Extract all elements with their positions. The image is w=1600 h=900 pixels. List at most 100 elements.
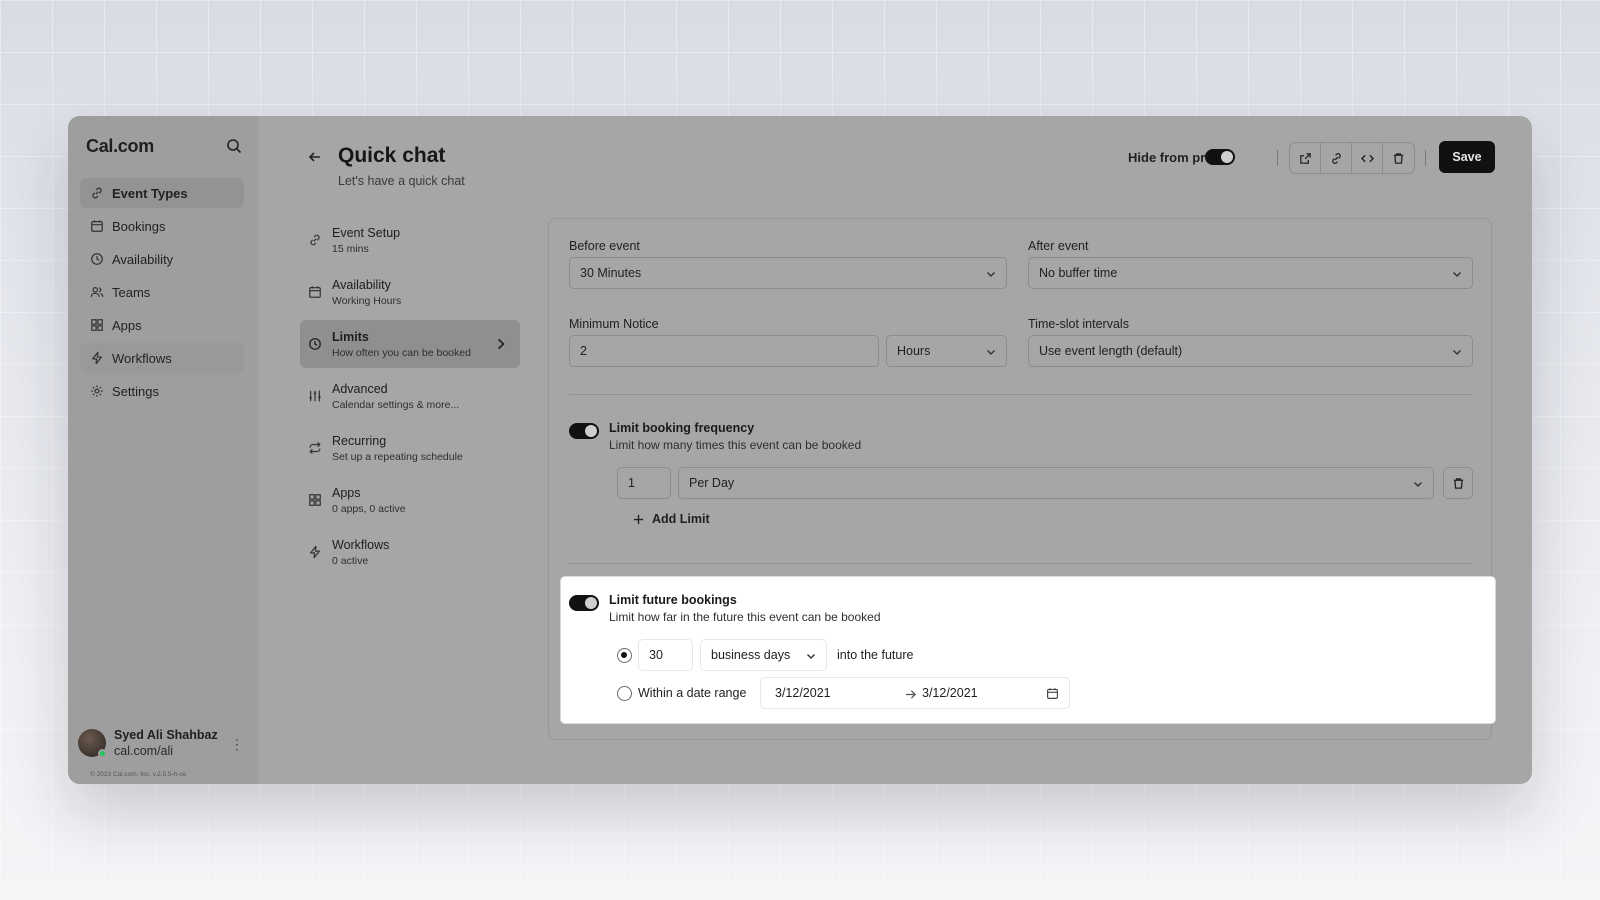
online-status-dot bbox=[98, 749, 107, 758]
input-value: 2 bbox=[580, 344, 587, 358]
gear-icon bbox=[91, 385, 103, 397]
add-limit-label: Add Limit bbox=[652, 512, 710, 526]
date-range-label: Within a date range bbox=[638, 686, 747, 700]
embed-button[interactable] bbox=[1352, 143, 1383, 173]
date-range-radio[interactable] bbox=[617, 686, 632, 701]
subnav-workflows[interactable]: Workflows 0 active bbox=[300, 528, 520, 576]
limit-future-desc: Limit how far in the future this event c… bbox=[609, 610, 881, 624]
chevron-right-icon bbox=[498, 338, 505, 350]
limit-frequency-toggle[interactable] bbox=[569, 423, 599, 439]
time-slot-select[interactable]: Use event length (default) bbox=[1028, 335, 1473, 367]
subnav-recurring[interactable]: Recurring Set up a repeating schedule bbox=[300, 424, 520, 472]
app-window: Cal.com Event Types Bookings Availabilit… bbox=[68, 116, 1532, 784]
calendar-icon bbox=[309, 286, 321, 298]
user-profile[interactable]: Syed Ali Shahbaz cal.com/ali ⋮ bbox=[78, 728, 248, 758]
avatar bbox=[78, 729, 107, 758]
nav-label: Settings bbox=[112, 383, 159, 399]
subnav-advanced[interactable]: Advanced Calendar settings & more... bbox=[300, 372, 520, 420]
add-limit-button[interactable]: Add Limit bbox=[633, 512, 710, 526]
before-event-select[interactable]: 30 Minutes bbox=[569, 257, 1007, 289]
limit-future-toggle[interactable] bbox=[569, 595, 599, 611]
brand-logo: Cal.com bbox=[86, 136, 154, 156]
link-icon bbox=[1331, 152, 1341, 164]
subnav-desc: How often you can be booked bbox=[332, 346, 471, 359]
user-handle: cal.com/ali bbox=[114, 744, 174, 758]
link-icon bbox=[310, 234, 320, 246]
grid-icon bbox=[309, 494, 321, 506]
subnav-title: Advanced bbox=[332, 381, 388, 396]
range-end-date: 3/12/2021 bbox=[922, 686, 978, 700]
subnav-title: Limits bbox=[332, 329, 369, 344]
delete-limit-button[interactable] bbox=[1443, 467, 1473, 499]
before-event-label: Before event bbox=[569, 239, 640, 253]
subnav-desc: 0 active bbox=[332, 554, 369, 567]
subnav-desc: Calendar settings & more... bbox=[332, 398, 460, 411]
future-days-input[interactable]: 30 bbox=[638, 639, 693, 671]
users-icon bbox=[90, 287, 104, 297]
delete-event-button[interactable] bbox=[1383, 143, 1414, 173]
minimum-notice-label: Minimum Notice bbox=[569, 317, 659, 331]
select-value: Per Day bbox=[689, 476, 735, 490]
user-name: Syed Ali Shahbaz bbox=[114, 728, 218, 742]
subnav-title: Workflows bbox=[332, 537, 390, 552]
chevron-down-icon bbox=[1414, 482, 1422, 487]
preview-button[interactable] bbox=[1290, 143, 1321, 173]
toolbar-divider bbox=[1277, 150, 1278, 166]
limit-future-bookings-card: Limit future bookings Limit how far in t… bbox=[561, 577, 1495, 723]
hide-from-profile-toggle[interactable] bbox=[1205, 149, 1235, 165]
trash-icon bbox=[1393, 152, 1404, 164]
calendar-icon bbox=[1047, 688, 1058, 699]
minimum-notice-unit-select[interactable]: Hours bbox=[886, 335, 1007, 367]
frequency-period-select[interactable]: Per Day bbox=[678, 467, 1434, 499]
after-event-select[interactable]: No buffer time bbox=[1028, 257, 1473, 289]
into-future-text: into the future bbox=[837, 648, 914, 662]
nav-label: Workflows bbox=[112, 350, 172, 366]
frequency-count-input[interactable]: 1 bbox=[617, 467, 671, 499]
arrow-right-icon bbox=[905, 690, 916, 699]
nav-item-event-types[interactable]: Event Types bbox=[80, 178, 244, 208]
date-range-picker[interactable]: 3/12/2021 3/12/2021 bbox=[760, 677, 1070, 709]
link-icon bbox=[92, 187, 102, 199]
nav-item-settings[interactable]: Settings bbox=[80, 376, 244, 406]
subnav-apps[interactable]: Apps 0 apps, 0 active bbox=[300, 476, 520, 524]
subnav-availability[interactable]: Availability Working Hours bbox=[300, 268, 520, 316]
limit-frequency-desc: Limit how many times this event can be b… bbox=[609, 438, 862, 452]
chevron-down-icon bbox=[987, 272, 995, 277]
nav-item-teams[interactable]: Teams bbox=[80, 277, 244, 307]
future-days-unit-select[interactable]: business days bbox=[700, 639, 827, 671]
subnav-desc: Working Hours bbox=[332, 294, 402, 307]
main-nav: Event Types Bookings Availability Teams … bbox=[80, 178, 244, 409]
nav-label: Teams bbox=[112, 284, 151, 300]
limit-frequency-title: Limit booking frequency bbox=[609, 421, 755, 435]
nav-item-apps[interactable]: Apps bbox=[80, 310, 244, 340]
subnav-event-setup[interactable]: Event Setup 15 mins bbox=[300, 216, 520, 264]
limit-future-title: Limit future bookings bbox=[609, 593, 737, 607]
nav-item-bookings[interactable]: Bookings bbox=[80, 211, 244, 241]
subnav-title: Apps bbox=[332, 485, 361, 500]
arrow-left-icon[interactable] bbox=[308, 150, 322, 164]
copy-link-button[interactable] bbox=[1321, 143, 1352, 173]
sliders-icon bbox=[309, 390, 321, 402]
business-days-radio[interactable] bbox=[617, 648, 632, 663]
subnav-title: Availability bbox=[332, 277, 391, 292]
input-value: 1 bbox=[628, 476, 635, 490]
range-start-date: 3/12/2021 bbox=[775, 686, 831, 700]
minimum-notice-input[interactable]: 2 bbox=[569, 335, 879, 367]
subnav-limits[interactable]: Limits How often you can be booked bbox=[300, 320, 520, 368]
nav-item-availability[interactable]: Availability bbox=[80, 244, 244, 274]
event-settings-nav: Event Setup 15 mins Availability Working H… bbox=[300, 216, 520, 580]
chevron-down-icon bbox=[987, 350, 995, 355]
page-subtitle: Let's have a quick chat bbox=[338, 174, 465, 188]
grid-icon bbox=[91, 319, 103, 331]
subnav-desc: Set up a repeating schedule bbox=[332, 450, 463, 463]
search-icon[interactable] bbox=[226, 138, 242, 154]
after-event-label: After event bbox=[1028, 239, 1089, 253]
nav-label: Bookings bbox=[112, 218, 166, 234]
save-button[interactable]: Save bbox=[1439, 141, 1495, 173]
page-title: Quick chat bbox=[338, 144, 446, 167]
more-vertical-icon[interactable]: ⋮ bbox=[230, 736, 244, 753]
code-icon bbox=[1360, 154, 1374, 162]
nav-item-workflows[interactable]: Workflows bbox=[80, 343, 244, 373]
chevron-down-icon bbox=[1453, 350, 1461, 355]
select-value: No buffer time bbox=[1039, 266, 1118, 280]
